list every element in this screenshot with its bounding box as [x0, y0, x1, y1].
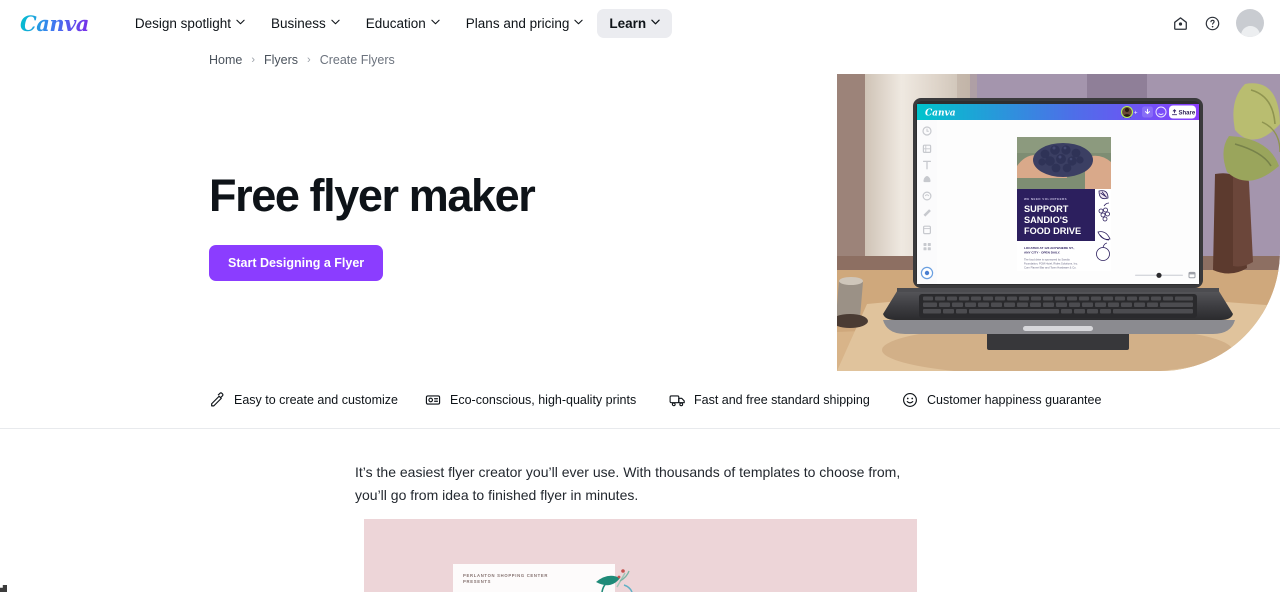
- chevron-down-icon: [574, 19, 584, 28]
- nav-label: Learn: [609, 15, 647, 31]
- nav-item-plans-and-pricing[interactable]: Plans and pricing: [454, 9, 596, 38]
- pencil-edit-icon: [209, 391, 225, 408]
- nav-item-education[interactable]: Education: [354, 9, 452, 38]
- svg-text:Foundation, FGM Hotel, Rides S: Foundation, FGM Hotel, Rides Solutions, …: [1024, 262, 1078, 266]
- svg-text:The food drive is sponsored by: The food drive is sponsored by Sandio: [1024, 258, 1070, 262]
- chevron-down-icon: [651, 19, 660, 28]
- hero-image: Canva + Share WE NEED VOLUNTEERS SUPPORT…: [837, 74, 1280, 371]
- svg-text:WE NEED VOLUNTEERS: WE NEED VOLUNTEERS: [1024, 197, 1067, 201]
- nav-label: Plans and pricing: [465, 15, 570, 31]
- feature-label: Eco-conscious, high-quality prints: [450, 392, 637, 407]
- nav-right-actions: [1170, 9, 1264, 37]
- chevron-down-icon: [331, 19, 340, 28]
- printer-icon: [425, 392, 441, 408]
- svg-text:Share: Share: [1179, 110, 1196, 116]
- hero-illustration: Canva + Share WE NEED VOLUNTEERS SUPPORT…: [837, 74, 1280, 371]
- breadcrumb-separator: ›: [251, 54, 256, 66]
- hero-section: Free flyer maker Start Designing a Flyer: [0, 74, 1280, 371]
- svg-text:FOOD DRIVE: FOOD DRIVE: [1024, 226, 1081, 236]
- feature-label: Fast and free standard shipping: [694, 392, 870, 407]
- page-corner-artifact: [0, 585, 7, 592]
- template-preview-art: PERLANTON SHOPPING CENTER PRESENTS: [364, 519, 917, 592]
- svg-text:PRESENTS: PRESENTS: [463, 579, 491, 584]
- svg-text:PERLANTON SHOPPING CENTER: PERLANTON SHOPPING CENTER: [463, 573, 548, 578]
- canva-logo[interactable]: Canva: [20, 11, 89, 36]
- svg-text:+: +: [1134, 111, 1138, 117]
- nav-item-design-spotlight[interactable]: Design spotlight: [123, 9, 257, 38]
- section-divider: [0, 428, 1280, 429]
- nav-label: Design spotlight: [134, 15, 231, 31]
- nav-label: Education: [365, 15, 426, 31]
- feature-label: Customer happiness guarantee: [927, 392, 1102, 407]
- feature-bar: Easy to create and customize Eco-conscio…: [0, 371, 1280, 428]
- top-navigation-bar: Canva Design spotlight Business Educatio…: [0, 0, 1280, 46]
- svg-text:LOCATED AT 123 ANYWHERE ST.,: LOCATED AT 123 ANYWHERE ST.,: [1024, 246, 1075, 250]
- user-avatar[interactable]: [1236, 9, 1264, 37]
- hero-text-block: Free flyer maker Start Designing a Flyer: [209, 170, 536, 282]
- intro-paragraph: It’s the easiest flyer creator you’ll ev…: [355, 464, 901, 503]
- svg-text:Canva: Canva: [925, 109, 956, 119]
- feature-easy-to-create: Easy to create and customize: [209, 391, 398, 408]
- nav-label: Business: [270, 15, 326, 31]
- svg-text:SUPPORT: SUPPORT: [1024, 204, 1069, 214]
- template-preview[interactable]: PERLANTON SHOPPING CENTER PRESENTS: [364, 519, 917, 592]
- breadcrumb-item-flyers[interactable]: Flyers: [264, 53, 298, 67]
- help-question-icon[interactable]: [1202, 13, 1222, 33]
- page-root: Canva Design spotlight Business Educatio…: [0, 0, 1280, 592]
- start-designing-button[interactable]: Start Designing a Flyer: [209, 245, 384, 282]
- truck-icon: [669, 392, 685, 408]
- breadcrumb-item-create-flyers: Create Flyers: [319, 53, 395, 67]
- breadcrumb: Home › Flyers › Create Flyers: [209, 46, 395, 74]
- feature-fast-free-shipping: Fast and free standard shipping: [669, 392, 870, 408]
- nav-item-business[interactable]: Business: [259, 9, 352, 38]
- svg-text:Corn Flannel Bar and Town Hard: Corn Flannel Bar and Town Hardware & Co.: [1024, 266, 1077, 270]
- feature-eco-conscious-prints: Eco-conscious, high-quality prints: [425, 392, 636, 408]
- feature-label: Easy to create and customize: [234, 392, 398, 407]
- nav-item-learn[interactable]: Learn: [597, 8, 673, 38]
- feature-customer-happiness: Customer happiness guarantee: [902, 392, 1101, 408]
- svg-text:ANY CITY · OPEN DAILY.: ANY CITY · OPEN DAILY.: [1024, 251, 1061, 255]
- breadcrumb-item-home[interactable]: Home: [209, 53, 242, 67]
- chevron-down-icon: [236, 19, 245, 28]
- smiley-icon: [902, 392, 918, 408]
- svg-text:SANDIO'S: SANDIO'S: [1024, 215, 1068, 225]
- main-nav-list: Design spotlight Business Education Plan…: [123, 8, 673, 38]
- page-title: Free flyer maker: [209, 170, 536, 221]
- home-icon[interactable]: [1170, 13, 1190, 33]
- chevron-down-icon: [431, 19, 440, 28]
- breadcrumb-separator: ›: [307, 54, 311, 66]
